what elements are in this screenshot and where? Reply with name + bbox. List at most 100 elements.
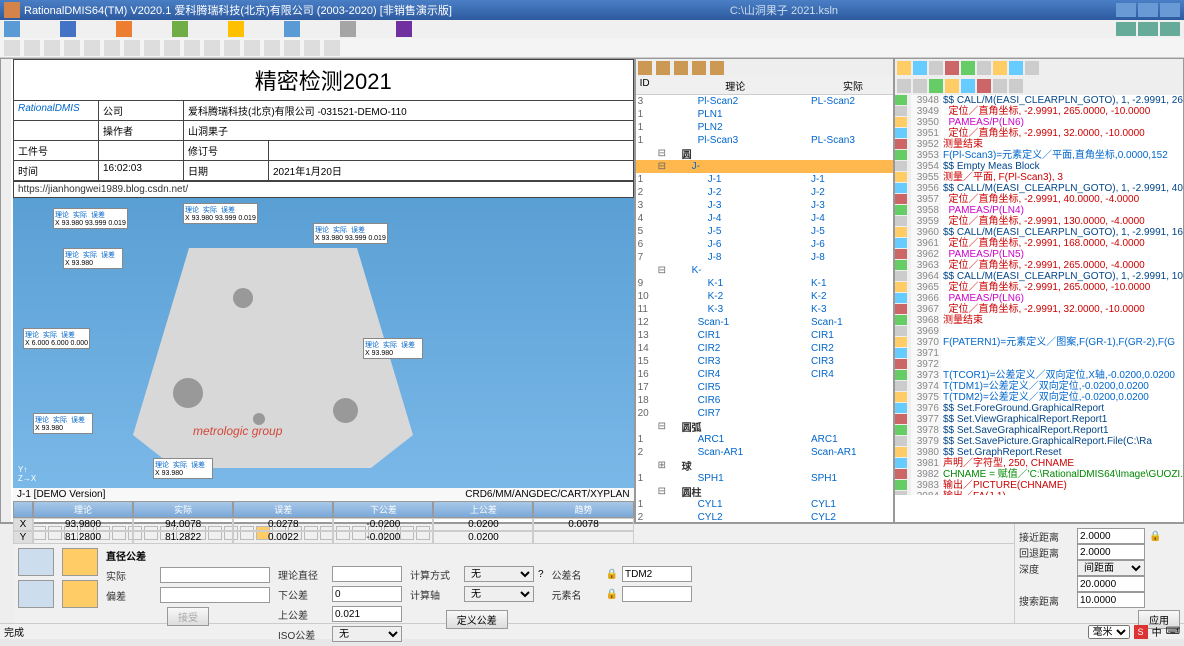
menu-icon[interactable] bbox=[228, 21, 244, 37]
depth-select[interactable]: 间距面 bbox=[1077, 560, 1145, 576]
code-line[interactable]: 3975T(TDM2)=公差定义／双向定位,-0.0200,0.0200 bbox=[895, 392, 1183, 403]
tolname-input[interactable] bbox=[622, 566, 692, 582]
tool-icon[interactable] bbox=[264, 40, 280, 56]
code-line[interactable]: 3962 PAMEAS/P(LN5) bbox=[895, 249, 1183, 260]
theory-dia-input[interactable] bbox=[332, 566, 402, 582]
menu-icon[interactable] bbox=[172, 21, 188, 37]
tree-row[interactable]: 14CIR2CIR2 bbox=[636, 342, 893, 355]
tool-icon[interactable] bbox=[897, 79, 911, 93]
mode-icon[interactable] bbox=[18, 548, 54, 576]
tree-row[interactable]: ⊟J- bbox=[636, 160, 893, 173]
tool-icon[interactable] bbox=[913, 61, 927, 75]
tree-row[interactable]: 1CYL1CYL1 bbox=[636, 498, 893, 511]
search-input[interactable] bbox=[1077, 592, 1145, 608]
tree-row[interactable]: 16CIR4CIR4 bbox=[636, 368, 893, 381]
tool-icon[interactable] bbox=[104, 40, 120, 56]
code-line[interactable]: 3970F(PATERN1)=元素定义／图案,F(GR-1),F(GR-2),F… bbox=[895, 337, 1183, 348]
code-line[interactable]: 3971 bbox=[895, 348, 1183, 359]
code-line[interactable]: 3964$$ CALL/M(EASI_CLEARPLN_GOTO), 1, -2… bbox=[895, 271, 1183, 282]
tool-icon[interactable] bbox=[897, 61, 911, 75]
tree-row[interactable]: ⊟圆柱 bbox=[636, 485, 893, 498]
code-line[interactable]: 3984输出／FA(J-1) bbox=[895, 491, 1183, 495]
tree-row[interactable]: 9K-1K-1 bbox=[636, 277, 893, 290]
tool-icon[interactable] bbox=[4, 40, 20, 56]
tool-icon[interactable] bbox=[993, 61, 1007, 75]
menu-icon[interactable] bbox=[396, 21, 412, 37]
tool-icon[interactable] bbox=[710, 61, 724, 75]
tree-row[interactable]: 6J-6J-6 bbox=[636, 238, 893, 251]
tree-row[interactable]: 1PLN2 bbox=[636, 121, 893, 134]
layout-button[interactable] bbox=[1116, 22, 1136, 36]
code-line[interactable]: 3972 bbox=[895, 359, 1183, 370]
elemname-input[interactable] bbox=[622, 586, 692, 602]
code-line[interactable]: 3978$$ Set.SaveGraphicalReport.Report1 bbox=[895, 425, 1183, 436]
actual-input[interactable] bbox=[160, 567, 270, 583]
code-line[interactable]: 3977$$ Set.ViewGraphicalReport.Report1 bbox=[895, 414, 1183, 425]
retract-input[interactable] bbox=[1077, 544, 1145, 560]
menu-icon[interactable] bbox=[4, 21, 20, 37]
lock-icon[interactable]: 🔒 bbox=[1149, 531, 1161, 542]
tool-icon[interactable] bbox=[1009, 61, 1023, 75]
tool-icon[interactable] bbox=[284, 40, 300, 56]
layout-button[interactable] bbox=[1160, 22, 1180, 36]
close-button[interactable] bbox=[1160, 3, 1180, 17]
tool-icon[interactable] bbox=[224, 40, 240, 56]
code-line[interactable]: 3979$$ Set.SavePicture.GraphicalReport.F… bbox=[895, 436, 1183, 447]
tool-icon[interactable] bbox=[144, 40, 160, 56]
tree-row[interactable]: 7J-8J-8 bbox=[636, 251, 893, 264]
3d-viewport[interactable]: metrologic group 理论实际误差X 93.980 93.999 0… bbox=[13, 198, 634, 488]
tool-icon[interactable] bbox=[24, 40, 40, 56]
code-line[interactable]: 3968测量结束 bbox=[895, 315, 1183, 326]
code-line[interactable]: 3960$$ CALL/M(EASI_CLEARPLN_GOTO), 1, -2… bbox=[895, 227, 1183, 238]
tool-icon[interactable] bbox=[961, 61, 975, 75]
tool-icon[interactable] bbox=[977, 61, 991, 75]
ime-icon[interactable]: ⌨ bbox=[1166, 626, 1180, 637]
code-line[interactable]: 3982CHNAME = 赋值／'C:\RationalDMIS64\Image… bbox=[895, 469, 1183, 480]
code-line[interactable]: 3952测量结束 bbox=[895, 139, 1183, 150]
tool-icon[interactable] bbox=[656, 61, 670, 75]
tree-row[interactable]: 1J-1J-1 bbox=[636, 173, 893, 186]
tree-row[interactable]: ⊟圆 bbox=[636, 147, 893, 160]
tree-row[interactable]: 12Scan-1Scan-1 bbox=[636, 316, 893, 329]
tree-row[interactable]: 3Pl-Scan2PL-Scan2 bbox=[636, 95, 893, 108]
code-line[interactable]: 3955测量／平面, F(Pl-Scan3), 3 bbox=[895, 172, 1183, 183]
code-line[interactable]: 3966 PAMEAS/P(LN6) bbox=[895, 293, 1183, 304]
tool-icon[interactable] bbox=[204, 40, 220, 56]
tool-icon[interactable] bbox=[64, 40, 80, 56]
tree-row[interactable]: 11K-3K-3 bbox=[636, 303, 893, 316]
tool-icon[interactable] bbox=[304, 40, 320, 56]
axis-select[interactable]: 无 bbox=[464, 586, 534, 602]
tree-row[interactable]: 18CIR6 bbox=[636, 394, 893, 407]
code-line[interactable]: 3951 定位／直角坐标, -2.9991, 32.0000, -10.0000 bbox=[895, 128, 1183, 139]
code-line[interactable]: 3959 定位／直角坐标, -2.9991, 130.0000, -4.0000 bbox=[895, 216, 1183, 227]
tool-icon[interactable] bbox=[961, 79, 975, 93]
define-tol-button[interactable]: 定义公差 bbox=[446, 610, 508, 629]
tool-icon[interactable] bbox=[977, 79, 991, 93]
mode-icon[interactable] bbox=[62, 580, 98, 608]
code-line[interactable]: 3983输出／PICTURE(CHNAME) bbox=[895, 480, 1183, 491]
code-line[interactable]: 3981声明／字符型, 250, CHNAME bbox=[895, 458, 1183, 469]
tree-row[interactable]: 2J-2J-2 bbox=[636, 186, 893, 199]
tool-icon[interactable] bbox=[184, 40, 200, 56]
tool-icon[interactable] bbox=[692, 61, 706, 75]
tree-row[interactable]: 15CIR3CIR3 bbox=[636, 355, 893, 368]
code-line[interactable]: 3950 PAMEAS/P(LN6) bbox=[895, 117, 1183, 128]
tree-row[interactable]: 13CIR1CIR1 bbox=[636, 329, 893, 342]
code-line[interactable]: 3954$$ Empty Meas Block bbox=[895, 161, 1183, 172]
tree-row[interactable]: 2CYL2CYL2 bbox=[636, 511, 893, 524]
tree-row[interactable]: ⊟圆弧 bbox=[636, 420, 893, 433]
mode-icon[interactable] bbox=[18, 580, 54, 608]
tool-icon[interactable] bbox=[1025, 61, 1039, 75]
help-icon[interactable]: ? bbox=[538, 569, 544, 580]
code-line[interactable]: 3961 定位／直角坐标, -2.9991, 168.0000, -4.0000 bbox=[895, 238, 1183, 249]
tree-row[interactable]: 4J-4J-4 bbox=[636, 212, 893, 225]
tool-icon[interactable] bbox=[244, 40, 260, 56]
tool-icon[interactable] bbox=[164, 40, 180, 56]
tool-icon[interactable] bbox=[913, 79, 927, 93]
tool-icon[interactable] bbox=[638, 61, 652, 75]
deviation-input[interactable] bbox=[160, 587, 270, 603]
menu-icon[interactable] bbox=[284, 21, 300, 37]
tool-icon[interactable] bbox=[1009, 79, 1023, 93]
maximize-button[interactable] bbox=[1138, 3, 1158, 17]
tool-icon[interactable] bbox=[44, 40, 60, 56]
